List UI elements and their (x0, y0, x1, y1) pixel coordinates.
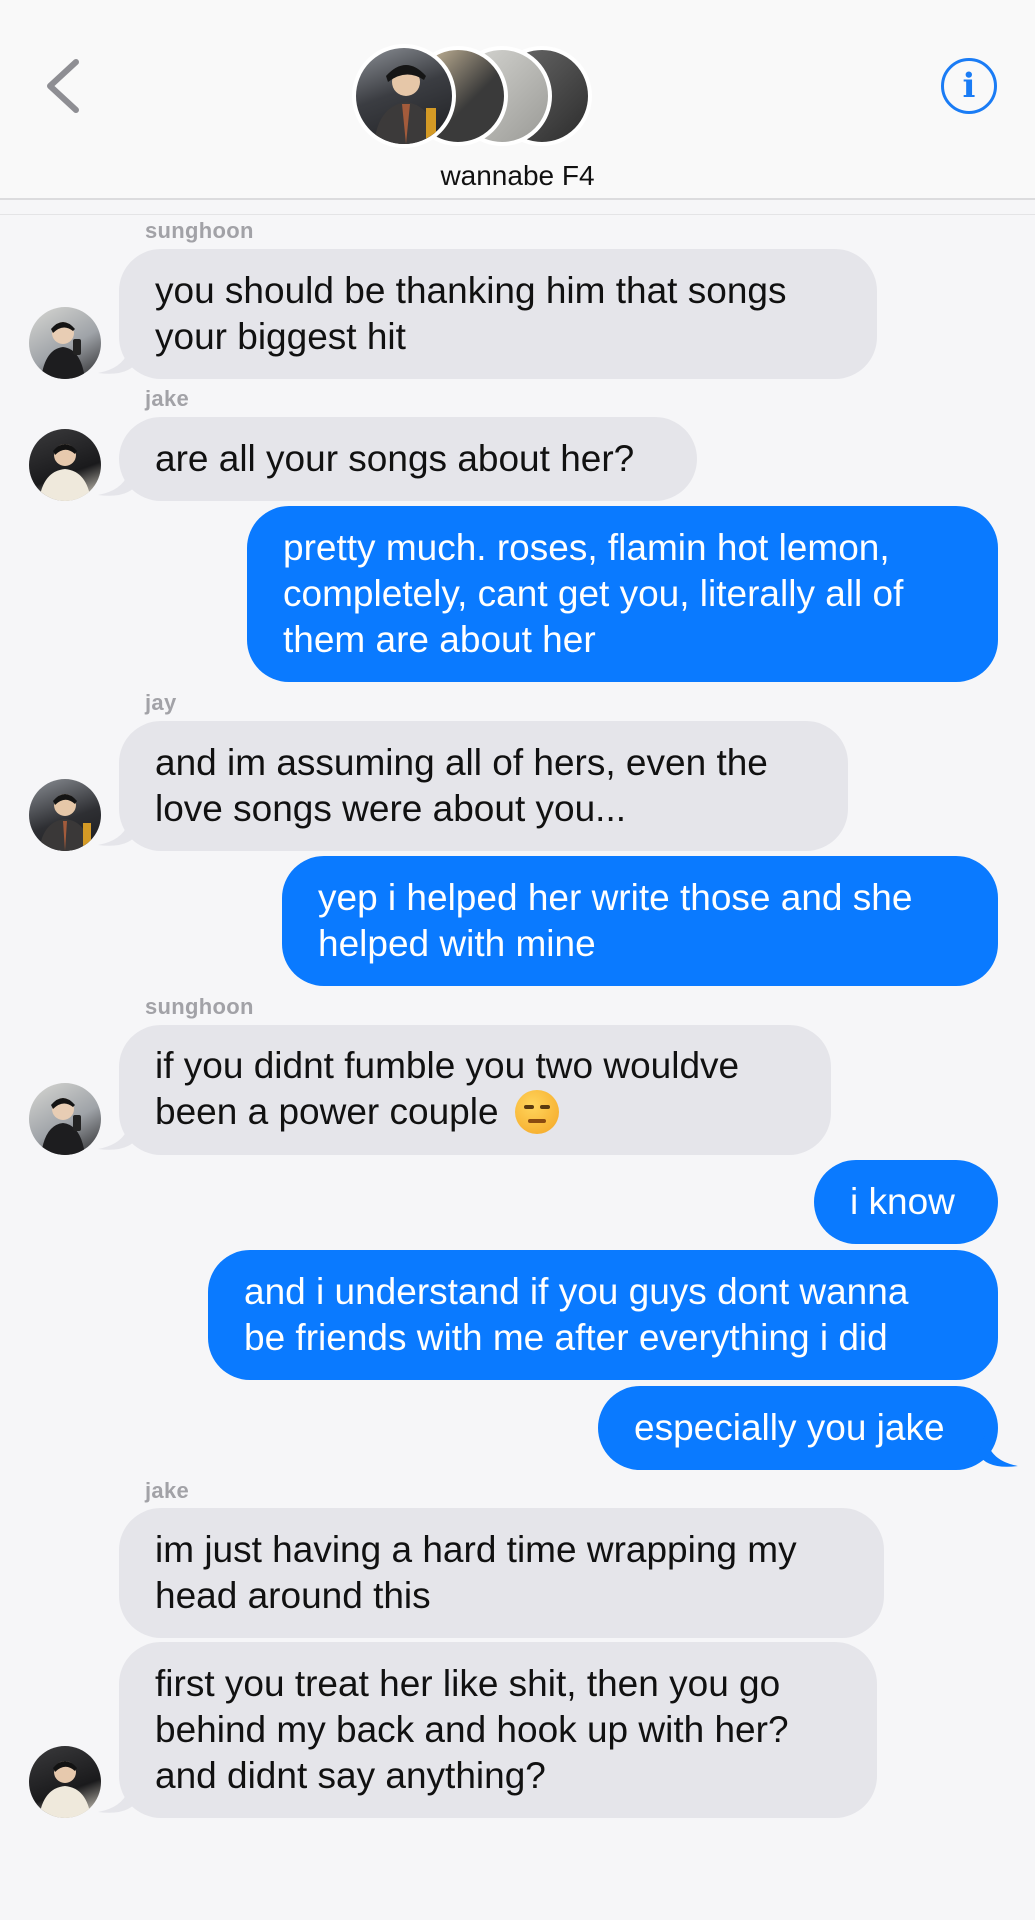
chevron-left-icon (47, 59, 79, 113)
message-line: love songs were about you... (155, 788, 627, 829)
bubble-tail (98, 1115, 138, 1150)
avatar-figure (374, 65, 438, 144)
back-button[interactable] (36, 50, 96, 120)
message-line: im just having a hard time wrapping my (155, 1529, 797, 1570)
group-name[interactable]: wannabe F4 (0, 160, 1035, 192)
chat-header: wannabe F4 i (0, 0, 1035, 200)
message-bubble-incoming[interactable]: first you treat her like shit, then you … (119, 1642, 877, 1818)
sender-name: sunghoon (145, 218, 254, 243)
avatar-figure (39, 1761, 91, 1818)
message-bubble-incoming[interactable]: if you didnt fumble you two wouldve been… (119, 1025, 831, 1155)
bubble-tail (98, 1778, 138, 1813)
info-button[interactable]: i (941, 58, 997, 114)
message-line: your biggest hit (155, 316, 406, 357)
avatar-sunghoon[interactable] (29, 307, 101, 379)
message-line: be friends with me after everything i di… (244, 1317, 888, 1358)
message-bubble-outgoing[interactable]: especially you jake (598, 1386, 998, 1470)
message-bubble-outgoing[interactable]: yep i helped her write those and she hel… (282, 856, 998, 986)
message-bubble-outgoing[interactable]: pretty much. roses, flamin hot lemon, co… (247, 506, 998, 682)
avatar-jake[interactable] (29, 1746, 101, 1818)
message-line: them are about her (283, 619, 596, 660)
group-member-avatar (352, 44, 456, 148)
avatar-jake[interactable] (29, 429, 101, 501)
unamused-face-emoji (514, 1089, 559, 1134)
group-avatar-stack[interactable] (352, 44, 592, 150)
message-line: you should be thanking him that songs (155, 270, 787, 311)
message-line: if you didnt fumble you two wouldve (155, 1045, 740, 1087)
info-icon: i (962, 66, 976, 106)
bubble-tail (98, 461, 138, 496)
bubble-tail (98, 811, 138, 846)
message-line: yep i helped her write those and she (318, 877, 913, 918)
avatar-sunghoon[interactable] (29, 1083, 101, 1155)
avatar-figure (41, 322, 85, 379)
sender-name: jake (145, 386, 190, 411)
message-line: especially you jake (634, 1407, 945, 1448)
sender-name: sunghoon (145, 994, 254, 1019)
sender-name: jay (145, 690, 177, 715)
message-line: helped with mine (318, 923, 596, 964)
message-bubble-incoming[interactable]: and im assuming all of hers, even the lo… (119, 721, 848, 851)
message-line: completely, cant get you, literally all … (283, 573, 904, 614)
sender-name: jake (145, 1478, 190, 1503)
avatar-jay[interactable] (29, 779, 101, 851)
message-line: are all your songs about her? (155, 438, 635, 479)
message-line: and i understand if you guys dont wanna (244, 1271, 909, 1312)
message-bubble-outgoing[interactable]: i know (814, 1160, 998, 1244)
bubble-tail (98, 339, 138, 374)
avatar-figure (41, 1098, 85, 1155)
message-line: been a power couple (155, 1091, 499, 1133)
message-line: i know (850, 1181, 955, 1222)
header-divider (0, 214, 1035, 215)
message-line-with-emoji: been a power couple (155, 1089, 795, 1136)
message-bubble-outgoing[interactable]: and i understand if you guys dont wanna … (208, 1250, 998, 1380)
message-line: head around this (155, 1575, 431, 1616)
message-bubble-incoming[interactable]: you should be thanking him that songs yo… (119, 249, 877, 379)
avatar-figure (39, 794, 91, 851)
message-line: and didnt say anything? (155, 1755, 546, 1796)
avatar-figure (39, 444, 91, 501)
message-line: first you treat her like shit, then you … (155, 1663, 781, 1704)
message-bubble-incoming[interactable]: are all your songs about her? (119, 417, 697, 501)
message-bubble-incoming[interactable]: im just having a hard time wrapping my h… (119, 1508, 884, 1638)
message-line: pretty much. roses, flamin hot lemon, (283, 527, 890, 568)
message-line: behind my back and hook up with her? (155, 1709, 789, 1750)
message-line: and im assuming all of hers, even the (155, 742, 768, 783)
bubble-tail (978, 1432, 1018, 1467)
